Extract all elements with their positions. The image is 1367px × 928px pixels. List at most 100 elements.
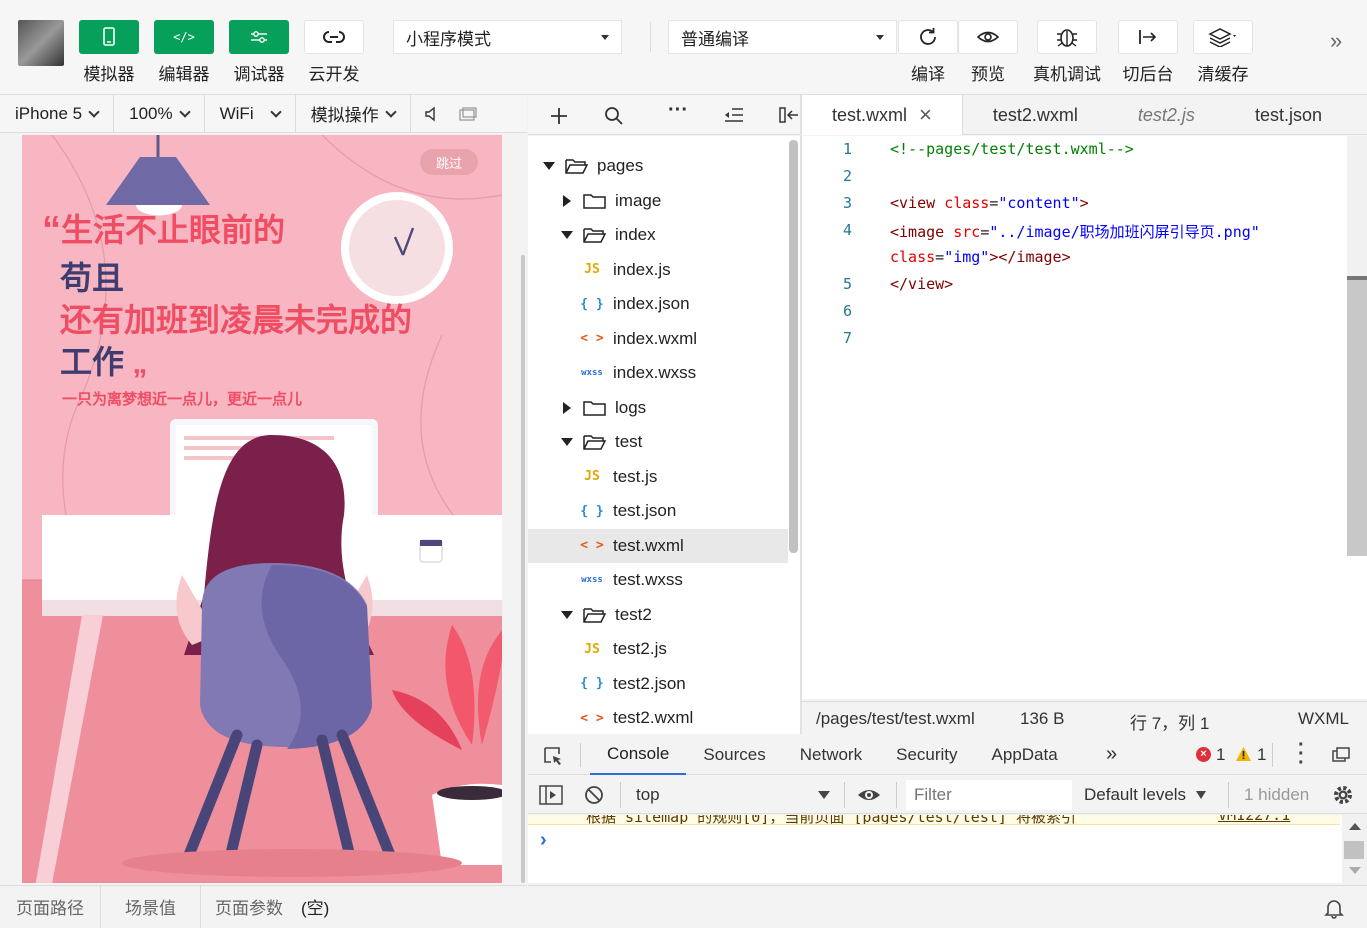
tree-item-label: index.wxml [613,328,698,348]
dropdown-caret-icon [601,34,609,40]
tree-file[interactable]: wxss index.wxss [528,356,788,390]
preview-button[interactable] [958,20,1018,54]
simulate-operation-select[interactable]: 模拟操作 [296,94,411,133]
tree-file[interactable]: < > test.wxml [528,528,788,563]
scene-button[interactable]: 场景值 [101,885,201,928]
status-cursor-position[interactable]: 行 7，列 1 [1130,709,1209,734]
scroll-up-icon[interactable] [1349,823,1361,830]
editor-status-bar: /pages/test/test.wxml 136 B 行 7，列 1 WXML [802,701,1367,734]
more-icon[interactable]: ··· [668,99,688,122]
context-select[interactable]: top [628,776,838,814]
code-line[interactable]: <view class="content"> [890,194,1089,212]
caret-right-icon[interactable] [563,194,571,207]
explorer-scrollbar[interactable] [789,140,798,553]
more-tools-icon[interactable]: » [1330,28,1342,54]
add-icon[interactable] [550,107,568,125]
device-select[interactable]: iPhone 5 [0,94,115,133]
collapse-list-icon[interactable] [723,107,745,123]
tree-folder[interactable]: index [528,218,788,252]
tree-file[interactable]: JS index.js [528,253,788,287]
close-tab-icon[interactable]: × [919,102,932,128]
clear-console-icon[interactable] [584,785,604,805]
show-sidebar-icon[interactable] [539,785,563,805]
network-select[interactable]: WiFi [205,94,296,133]
console-scroll-thumb[interactable] [1344,841,1364,859]
inspect-element-icon[interactable] [542,745,564,767]
console-filter-input[interactable] [906,780,1072,810]
tree-item-label: index.json [613,294,690,313]
tree-folder[interactable]: test [528,425,788,459]
console-output[interactable]: 根据 sitemap 的规则[0]，当前页面 [pages/test/test]… [528,815,1367,883]
devtools-tab[interactable]: Network [783,735,879,775]
scroll-down-icon[interactable] [1349,867,1361,874]
simulator-toggle-button[interactable] [79,20,139,54]
editor-scrollbar-thumb[interactable] [1347,280,1367,556]
log-levels-select[interactable]: Default levels [1084,776,1207,814]
devtools-tab[interactable]: Console [590,735,687,775]
background-button[interactable] [1118,20,1178,54]
collapse-sidebar-icon[interactable] [778,105,800,125]
code-line[interactable]: <image src="../image/职场加班闪屏引导页.png" [890,221,1260,242]
tree-folder[interactable]: logs [528,391,788,425]
caret-down-icon[interactable] [561,610,573,619]
compile-button[interactable] [898,20,958,54]
code-editor[interactable]: 1 <!--pages/test/test.wxml--> 2 3 <view clas… [802,136,1367,699]
kebab-menu-icon[interactable]: · · · [1298,735,1305,773]
notification-bell-icon[interactable] [1324,897,1344,919]
tree-file[interactable]: < > index.wxml [528,322,788,356]
caret-down-icon[interactable] [561,438,573,446]
line-number: 3 [842,194,852,212]
remote-debug-button[interactable] [1037,20,1097,54]
code-line[interactable]: <!--pages/test/test.wxml--> [890,140,1134,158]
tree-file[interactable]: { } test2.json [528,667,788,701]
tree-file[interactable]: wxss test.wxss [528,563,788,597]
tree-file[interactable]: < > test2.wxml [528,701,788,734]
simulator-scrollbar[interactable] [521,255,525,883]
editor-tab[interactable]: test.wxml × [802,95,963,135]
search-icon[interactable] [604,106,624,126]
tree-file[interactable]: { } index.json [528,287,788,321]
devtools-tab[interactable]: Security [879,735,974,775]
mode-select[interactable]: 小程序模式 [393,20,622,54]
caret-right-icon[interactable] [563,401,571,414]
zoom-select[interactable]: 100% [114,94,205,133]
popout-window-icon[interactable] [457,106,477,122]
dock-side-icon[interactable] [1331,746,1351,764]
more-tabs-icon[interactable]: » [1106,743,1117,766]
simulator-screen[interactable]: 跳过 “生活不止眼前的 苟且 还有加班到凌晨未完成的 工作 „ 一只为离梦想近一… [22,135,502,883]
devtools-tab[interactable]: AppData [975,735,1075,775]
user-avatar[interactable] [18,20,64,66]
warning-source-link[interactable]: VM1227:1 [1218,815,1290,824]
code-line[interactable]: class="img"></image> [890,248,1071,266]
error-count[interactable]: 1 [1216,745,1225,765]
tree-folder[interactable]: pages [528,149,788,183]
live-expression-eye-icon[interactable] [856,786,882,804]
tree-file[interactable]: { } test.json [528,494,788,528]
page-path-button[interactable]: 页面路径 [0,885,101,928]
tree-folder[interactable]: test2 [528,598,788,632]
console-prompt[interactable]: › [540,829,547,852]
editor-tab[interactable]: test2.wxml [963,95,1108,135]
tree-file[interactable]: JS test2.js [528,632,788,666]
page-params-label[interactable]: 页面参数 [215,894,283,919]
zoom-value: 100% [129,103,173,123]
warning-count[interactable]: 1 [1257,745,1266,765]
caret-down-icon[interactable] [561,231,573,239]
compile-mode-select[interactable]: 普通编译 [668,20,897,54]
editor-tab[interactable]: test2.js [1108,95,1225,135]
devtools-tab[interactable]: Sources [686,735,782,775]
tree-folder[interactable]: image [528,184,788,218]
code-line[interactable]: </view> [890,275,953,293]
status-language[interactable]: WXML [1298,709,1349,729]
debugger-toggle-button[interactable] [229,20,289,54]
console-scrollbar[interactable] [1342,815,1367,883]
clear-cache-button[interactable] [1193,20,1253,54]
speaker-icon[interactable] [423,106,439,122]
editor-tab[interactable]: test.json [1225,95,1322,135]
settings-gear-icon[interactable] [1332,784,1354,806]
tree-file[interactable]: JS test.js [528,460,788,494]
skip-button[interactable]: 跳过 [420,149,478,175]
editor-toggle-button[interactable]: </> [154,20,214,54]
cloud-dev-button[interactable] [304,20,364,54]
caret-down-icon[interactable] [543,162,555,170]
